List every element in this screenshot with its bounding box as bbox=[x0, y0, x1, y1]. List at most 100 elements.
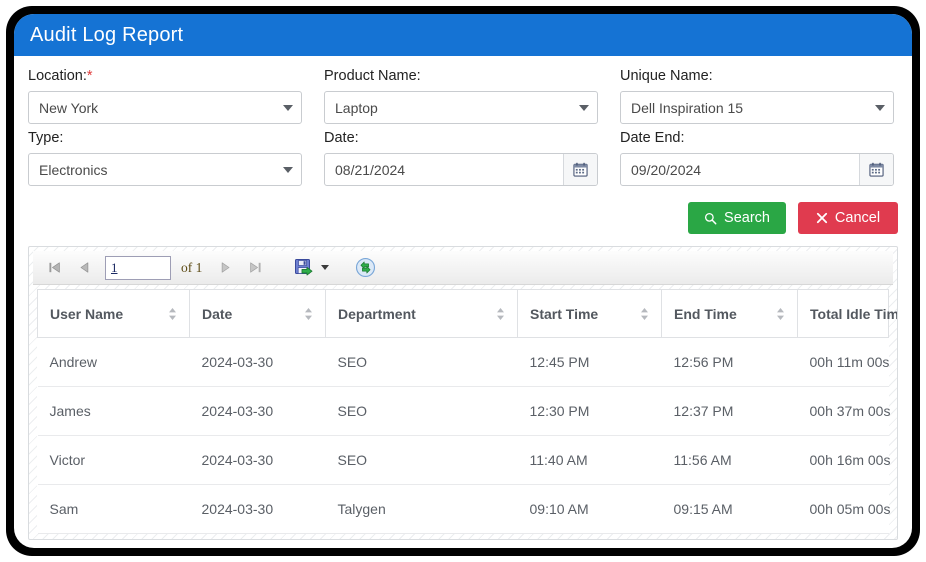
cell-end-time: 09:15 AM bbox=[661, 484, 798, 534]
cell-user-name: Andrew bbox=[37, 337, 190, 387]
last-page-button[interactable] bbox=[240, 255, 270, 281]
unique-name-label: Unique Name: bbox=[620, 68, 713, 84]
calendar-icon[interactable] bbox=[859, 154, 893, 185]
report-table-wrapper: User Name Date Department Start Time End… bbox=[33, 285, 897, 534]
sort-icon[interactable] bbox=[776, 307, 785, 321]
cell-user-name: Victor bbox=[37, 435, 190, 485]
search-button[interactable]: Search bbox=[688, 202, 786, 234]
chevron-down-icon[interactable] bbox=[867, 104, 893, 111]
page-title: Audit Log Report bbox=[30, 23, 184, 46]
column-label: Date bbox=[202, 305, 233, 322]
chevron-down-icon[interactable] bbox=[275, 104, 301, 111]
table-row[interactable]: Victor 2024-03-30 SEO 11:40 AM 11:56 AM … bbox=[37, 435, 890, 485]
type-label: Type: bbox=[28, 130, 64, 146]
sort-icon[interactable] bbox=[304, 307, 313, 321]
app-window: Audit Log Report Location:* New York Pro… bbox=[14, 14, 912, 548]
location-label-text: Location: bbox=[28, 68, 87, 84]
cell-user-name: James bbox=[37, 386, 190, 436]
table-body: Andrew 2024-03-30 SEO 12:45 PM 12:56 PM … bbox=[37, 337, 890, 534]
field-unique-name: Unique Name: Dell Inspiration 15 bbox=[620, 66, 894, 124]
cell-end-time: 12:56 PM bbox=[661, 337, 798, 387]
first-page-button[interactable] bbox=[39, 255, 69, 281]
table-row[interactable]: Andrew 2024-03-30 SEO 12:45 PM 12:56 PM … bbox=[37, 337, 889, 387]
previous-page-button[interactable] bbox=[69, 255, 99, 281]
unique-name-select[interactable]: Dell Inspiration 15 bbox=[620, 91, 894, 124]
cell-date: 2024-03-30 bbox=[189, 337, 326, 387]
report-grid-panel: of 1 bbox=[28, 246, 898, 540]
calendar-icon[interactable] bbox=[563, 154, 597, 185]
type-select-value: Electronics bbox=[39, 161, 108, 178]
product-name-label: Product Name: bbox=[324, 68, 421, 84]
date-end-label: Date End: bbox=[620, 130, 685, 146]
location-select[interactable]: New York bbox=[28, 91, 302, 124]
search-icon bbox=[705, 212, 717, 224]
export-save-icon bbox=[295, 258, 313, 275]
location-label: Location:* bbox=[28, 66, 302, 86]
chevron-down-icon[interactable] bbox=[275, 166, 301, 173]
export-button[interactable] bbox=[292, 254, 331, 282]
sort-icon[interactable] bbox=[640, 307, 649, 321]
chevron-down-icon[interactable] bbox=[321, 265, 330, 270]
column-label: Start Time bbox=[530, 305, 599, 322]
date-input-value[interactable]: 08/21/2024 bbox=[325, 162, 563, 178]
audit-log-table: User Name Date Department Start Time End… bbox=[37, 289, 897, 534]
type-select[interactable]: Electronics bbox=[28, 153, 302, 186]
field-date: Date: 08/21/2024 bbox=[324, 128, 598, 186]
table-header: User Name Date Department Start Time End… bbox=[37, 289, 897, 338]
sort-icon[interactable] bbox=[496, 307, 505, 321]
product-name-select-value: Laptop bbox=[335, 99, 378, 116]
search-button-label: Search bbox=[724, 210, 770, 226]
cancel-button[interactable]: Cancel bbox=[798, 202, 898, 234]
pager-toolbar: of 1 bbox=[33, 251, 893, 285]
next-page-icon bbox=[221, 262, 230, 273]
column-header-date[interactable]: Date bbox=[189, 289, 326, 338]
product-name-select[interactable]: Laptop bbox=[324, 91, 598, 124]
calendar-glyph bbox=[573, 162, 588, 177]
table-row[interactable]: Sam 2024-03-30 Talygen 09:10 AM 09:15 AM… bbox=[37, 484, 890, 534]
column-header-user-name[interactable]: User Name bbox=[37, 289, 190, 338]
refresh-button[interactable] bbox=[353, 254, 378, 282]
page-number-input[interactable] bbox=[105, 255, 171, 280]
previous-page-icon bbox=[80, 262, 88, 273]
filter-row-1: Location:* New York Product Name: Laptop… bbox=[28, 66, 898, 124]
date-end-input-group[interactable]: 09/20/2024 bbox=[620, 153, 894, 186]
column-header-start-time[interactable]: Start Time bbox=[517, 289, 662, 338]
column-label: User Name bbox=[50, 305, 124, 322]
field-product-name: Product Name: Laptop bbox=[324, 66, 598, 124]
column-label: End Time bbox=[674, 305, 737, 322]
cell-total-idle-time: 00h 37m 00s bbox=[797, 386, 890, 436]
field-type: Type: Electronics bbox=[28, 128, 302, 186]
cell-total-idle-time: 00h 05m 00s bbox=[797, 484, 890, 534]
cell-date: 2024-03-30 bbox=[189, 484, 326, 534]
date-input-group[interactable]: 08/21/2024 bbox=[324, 153, 598, 186]
column-header-total-idle-time[interactable]: Total Idle Time bbox=[797, 289, 897, 338]
app-window-frame: Audit Log Report Location:* New York Pro… bbox=[6, 6, 920, 556]
required-asterisk: * bbox=[86, 68, 93, 84]
cell-total-idle-time: 00h 16m 00s bbox=[797, 435, 890, 485]
cell-date: 2024-03-30 bbox=[189, 435, 326, 485]
table-row[interactable]: James 2024-03-30 SEO 12:30 PM 12:37 PM 0… bbox=[37, 386, 890, 436]
cell-end-time: 12:37 PM bbox=[661, 386, 798, 436]
field-date-end: Date End: 09/20/2024 bbox=[620, 128, 894, 186]
cell-total-idle-time: 00h 11m 00s bbox=[797, 337, 889, 387]
column-header-department[interactable]: Department bbox=[325, 289, 518, 338]
cell-date: 2024-03-30 bbox=[189, 386, 326, 436]
form-actions: Search Cancel bbox=[14, 190, 912, 234]
window-titlebar: Audit Log Report bbox=[14, 14, 912, 56]
column-header-end-time[interactable]: End Time bbox=[661, 289, 798, 338]
cell-start-time: 11:40 AM bbox=[517, 435, 662, 485]
location-select-value: New York bbox=[39, 99, 99, 116]
cell-start-time: 12:30 PM bbox=[517, 386, 662, 436]
chevron-down-icon[interactable] bbox=[571, 104, 597, 111]
cancel-button-label: Cancel bbox=[834, 210, 881, 226]
cell-department: SEO bbox=[325, 337, 518, 387]
filter-row-2: Type: Electronics Date: 08/21/2024 Date … bbox=[28, 128, 898, 186]
next-page-button[interactable] bbox=[210, 255, 240, 281]
date-end-input-value[interactable]: 09/20/2024 bbox=[621, 162, 859, 178]
first-page-icon bbox=[48, 262, 60, 273]
field-location: Location:* New York bbox=[28, 66, 302, 124]
table-header-row: User Name Date Department Start Time End… bbox=[37, 289, 897, 338]
sort-icon[interactable] bbox=[168, 307, 177, 321]
cell-department: Talygen bbox=[325, 484, 518, 534]
last-page-icon bbox=[250, 262, 261, 273]
